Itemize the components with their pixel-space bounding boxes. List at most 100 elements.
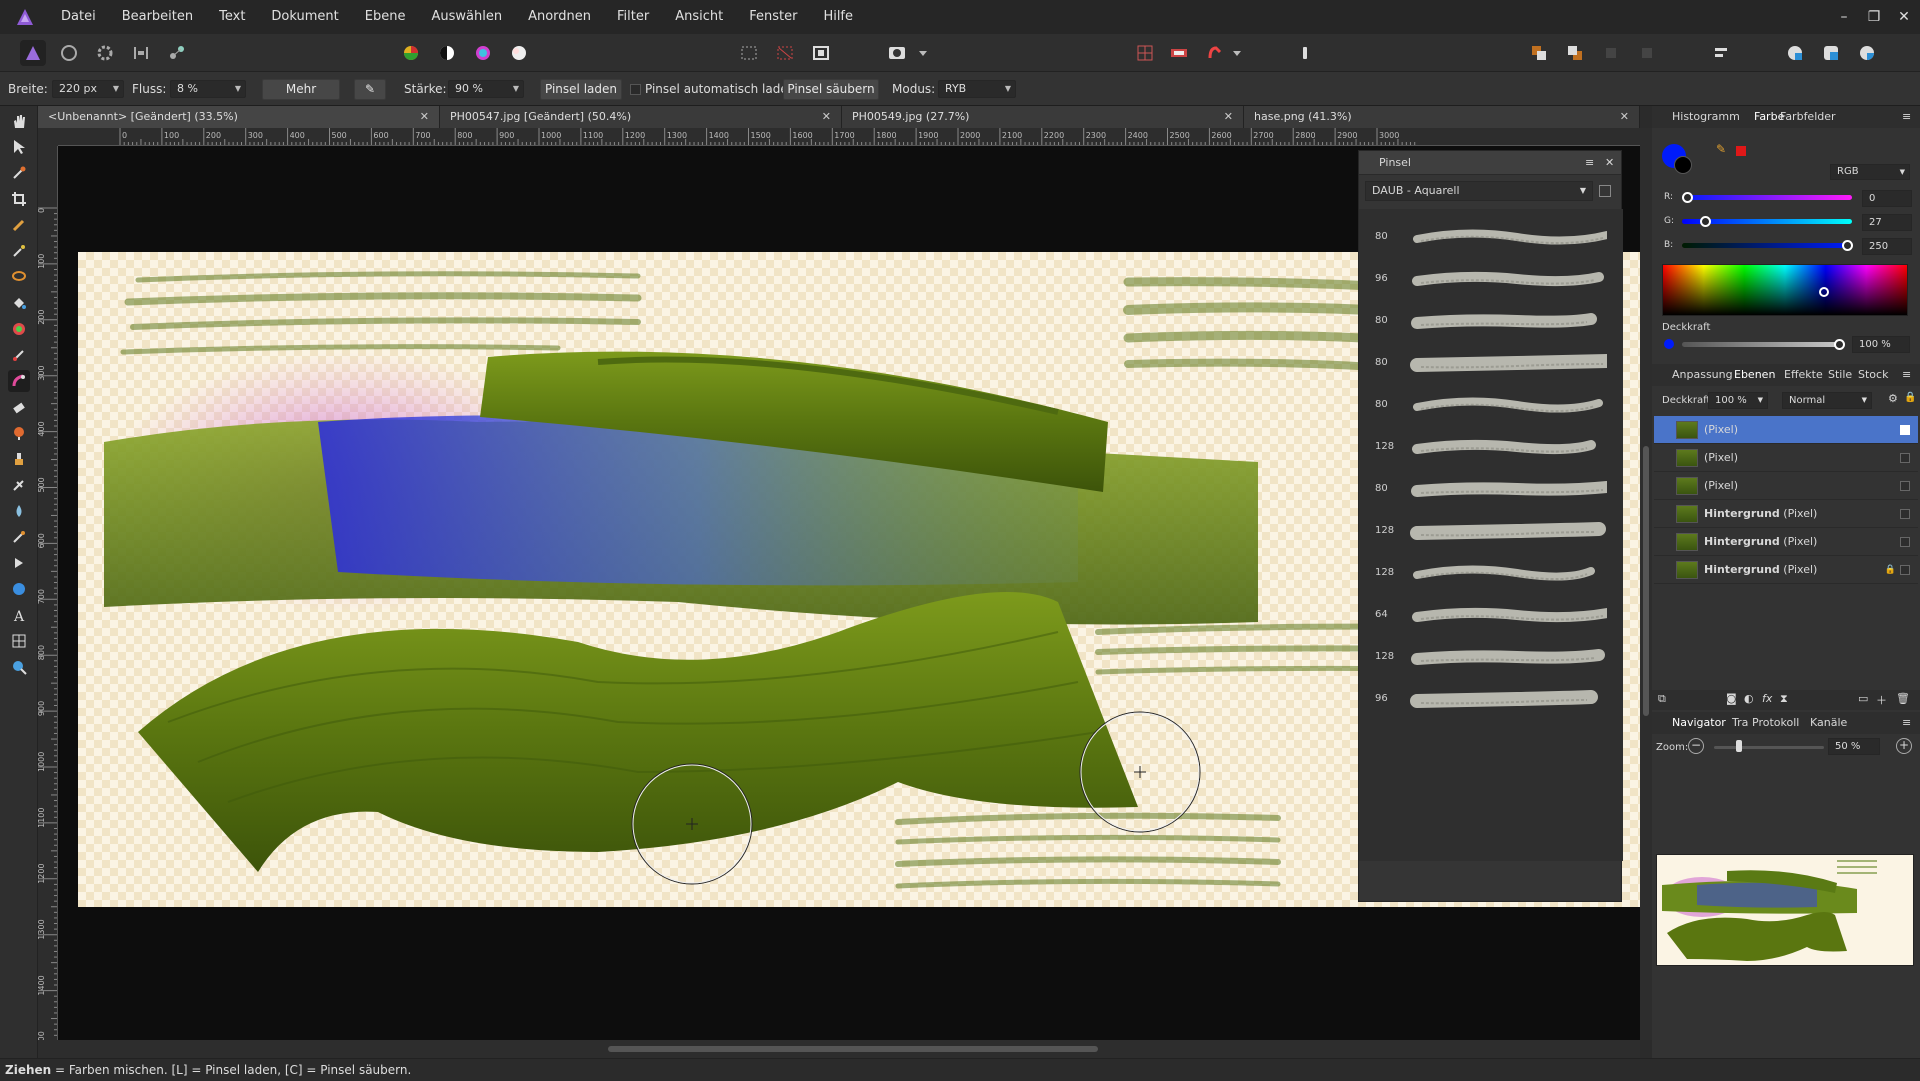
- white-balance-icon[interactable]: [506, 40, 532, 66]
- studio-preset-3-icon[interactable]: [1854, 40, 1880, 66]
- erase-brush-tool-icon[interactable]: [8, 396, 30, 418]
- tab-history[interactable]: Protokoll: [1752, 712, 1799, 734]
- assistant-icon[interactable]: [1202, 40, 1228, 66]
- layer-options-icon[interactable]: ⧉: [1658, 692, 1666, 706]
- zoom-slider-knob[interactable]: [1736, 740, 1742, 752]
- align-icon[interactable]: [1708, 40, 1734, 66]
- eyedropper-icon[interactable]: ✎: [1716, 142, 1726, 156]
- layer-row[interactable]: (Pixel): [1654, 472, 1918, 500]
- brush-preset[interactable]: 80: [1359, 467, 1609, 509]
- paint-brush-tool-icon[interactable]: [8, 344, 30, 366]
- hand-tool-icon[interactable]: [8, 110, 30, 132]
- opacity-slider-knob[interactable]: [1834, 339, 1845, 350]
- deselect-icon[interactable]: [772, 40, 798, 66]
- menu-anordnen[interactable]: Anordnen: [515, 0, 604, 34]
- brush-panel-options-icon[interactable]: [1599, 185, 1611, 197]
- trash-icon[interactable]: 🗑: [1896, 692, 1910, 705]
- color-model-select[interactable]: RGB ▼: [1830, 164, 1910, 180]
- brush-preset[interactable]: 128: [1359, 509, 1609, 551]
- layer-row[interactable]: Hintergrund (Pixel): [1654, 500, 1918, 528]
- gear-icon[interactable]: ⚙: [1888, 392, 1898, 405]
- brush-preset[interactable]: 80: [1359, 299, 1609, 341]
- lock-icon[interactable]: 🔒: [1904, 392, 1916, 403]
- add-layer-icon[interactable]: ＋: [1876, 692, 1887, 708]
- horizontal-scrollbar[interactable]: [38, 1040, 1640, 1058]
- quick-mask-dropdown-icon[interactable]: [916, 40, 930, 66]
- brush-preset[interactable]: 80: [1359, 215, 1609, 257]
- menu-datei[interactable]: Datei: [48, 0, 109, 34]
- layer-row[interactable]: (Pixel): [1654, 444, 1918, 472]
- strength-field[interactable]: 90 % ▼: [448, 80, 524, 98]
- tone-mapping-persona-icon[interactable]: [128, 40, 154, 66]
- tab-document-3[interactable]: PH00549.jpg (27.7%) ✕: [842, 106, 1244, 128]
- brush-preset[interactable]: 128: [1359, 635, 1609, 677]
- clone-tool-icon[interactable]: [8, 448, 30, 470]
- load-brush-button[interactable]: Pinsel laden: [540, 79, 622, 100]
- tab-adjustment[interactable]: Anpassung: [1672, 364, 1733, 386]
- layer-visibility-checkbox[interactable]: [1900, 565, 1910, 575]
- quick-mask-icon[interactable]: [884, 40, 910, 66]
- layer-visibility-checkbox[interactable]: [1900, 481, 1910, 491]
- flood-fill-tool-icon[interactable]: [8, 292, 30, 314]
- brush-preset[interactable]: 96: [1359, 677, 1609, 719]
- width-field[interactable]: 220 px ▼: [52, 80, 124, 98]
- tab-effects[interactable]: Effekte: [1784, 364, 1823, 386]
- zoom-out-icon[interactable]: −: [1688, 738, 1704, 754]
- tab-document-1[interactable]: <Unbenannt> [Geändert] (33.5%) ✕: [38, 106, 440, 128]
- opacity-slider[interactable]: [1682, 342, 1842, 347]
- shape-tool-icon[interactable]: [8, 578, 30, 600]
- brush-preset[interactable]: 80: [1359, 383, 1609, 425]
- panel-menu-icon[interactable]: ≡: [1902, 106, 1911, 128]
- studio-preset-2-icon[interactable]: [1818, 40, 1844, 66]
- mask-icon[interactable]: ◙: [1726, 692, 1737, 705]
- layer-visibility-checkbox[interactable]: [1900, 453, 1910, 463]
- brush-preset[interactable]: 128: [1359, 425, 1609, 467]
- move-tool-icon[interactable]: [8, 136, 30, 158]
- mode-select[interactable]: RYB ▼: [938, 80, 1016, 98]
- freehand-selection-tool-icon[interactable]: [8, 266, 30, 288]
- close-panel-icon[interactable]: ✕: [1605, 151, 1614, 175]
- selection-brush-tool-icon[interactable]: [8, 214, 30, 236]
- brush-preset[interactable]: 128: [1359, 551, 1609, 593]
- blend-mode-select[interactable]: Normal ▼: [1782, 392, 1872, 409]
- studio-preset-1-icon[interactable]: [1782, 40, 1808, 66]
- b-slider[interactable]: [1682, 243, 1852, 248]
- healing-brush-tool-icon[interactable]: [8, 474, 30, 496]
- brush-category-select[interactable]: DAUB - Aquarell ▼: [1365, 181, 1593, 201]
- smudge-tool-icon[interactable]: [8, 526, 30, 548]
- live-filter-icon[interactable]: ⧗: [1780, 692, 1788, 706]
- brush-preset[interactable]: 64: [1359, 593, 1609, 635]
- develop-persona-icon[interactable]: [92, 40, 118, 66]
- marquee-selection-icon[interactable]: [736, 40, 762, 66]
- b-value-field[interactable]: 250: [1862, 238, 1912, 255]
- menu-filter[interactable]: Filter: [604, 0, 662, 34]
- pen-tool-icon[interactable]: [8, 552, 30, 574]
- adjustment-icon[interactable]: ◐: [1744, 692, 1754, 705]
- menu-fenster[interactable]: Fenster: [736, 0, 810, 34]
- flow-field[interactable]: 8 % ▼: [170, 80, 246, 98]
- affinity-photo-logo[interactable]: [14, 6, 36, 28]
- horizontal-scroll-thumb[interactable]: [608, 1046, 1098, 1052]
- close-window-icon[interactable]: ✕: [1888, 0, 1920, 34]
- snapping-icon[interactable]: [1132, 40, 1158, 66]
- layer-row[interactable]: Hintergrund (Pixel) 🔒: [1654, 556, 1918, 584]
- clean-brush-button[interactable]: Pinsel säubern: [783, 79, 879, 100]
- color-picker-tool-icon[interactable]: [8, 162, 30, 184]
- g-value-field[interactable]: 27: [1862, 214, 1912, 231]
- brush-preset[interactable]: 80: [1359, 341, 1609, 383]
- close-tab-icon[interactable]: ✕: [420, 106, 429, 128]
- zoom-in-icon[interactable]: +: [1896, 738, 1912, 754]
- dodge-tool-icon[interactable]: [8, 422, 30, 444]
- layer-row[interactable]: (Pixel): [1654, 416, 1918, 444]
- more-button[interactable]: Mehr: [262, 79, 340, 100]
- panel-menu-icon[interactable]: ≡: [1902, 712, 1911, 734]
- tab-channels[interactable]: Kanäle: [1810, 712, 1847, 734]
- zoom-tool-icon[interactable]: [8, 656, 30, 678]
- arrange-back-icon[interactable]: [1562, 40, 1588, 66]
- secondary-color-swatch[interactable]: [1674, 156, 1692, 174]
- menu-auswaehlen[interactable]: Auswählen: [418, 0, 515, 34]
- vertical-scrollbar[interactable]: [1640, 128, 1652, 1040]
- gradient-tool-icon[interactable]: [8, 318, 30, 340]
- panel-menu-icon[interactable]: ≡: [1585, 151, 1594, 175]
- flood-select-tool-icon[interactable]: [8, 240, 30, 262]
